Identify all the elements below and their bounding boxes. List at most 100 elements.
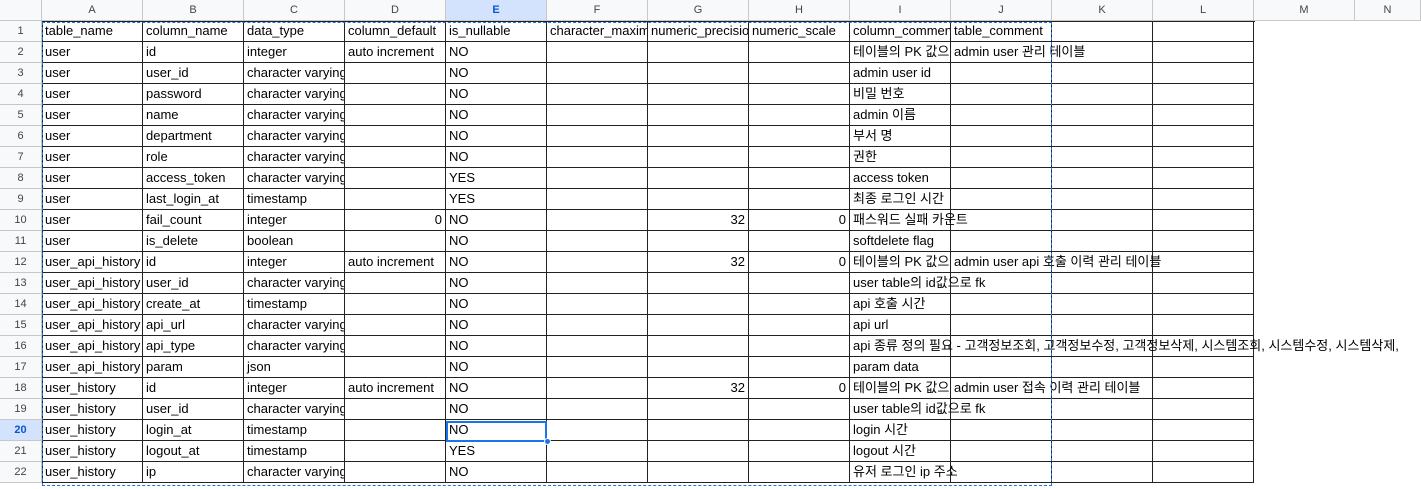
cell-d1[interactable]: column_default <box>345 21 446 42</box>
cell-d3[interactable] <box>345 63 446 84</box>
row-header-22[interactable]: 22 <box>0 462 42 483</box>
cell-c1[interactable]: data_type <box>244 21 345 42</box>
cell-g2[interactable] <box>648 42 749 63</box>
cell-h20[interactable] <box>749 420 850 441</box>
cell-k5[interactable] <box>1052 105 1153 126</box>
cell-b21[interactable]: logout_at <box>143 441 244 462</box>
cell-d13[interactable] <box>345 273 446 294</box>
column-header-c[interactable]: C <box>244 0 345 21</box>
cell-d4[interactable] <box>345 84 446 105</box>
cell-l12[interactable] <box>1153 252 1254 273</box>
cell-h19[interactable] <box>749 399 850 420</box>
cell-f14[interactable] <box>547 294 648 315</box>
cell-a11[interactable]: user <box>42 231 143 252</box>
cell-a12[interactable]: user_api_history <box>42 252 143 273</box>
cell-d17[interactable] <box>345 357 446 378</box>
cell-l19[interactable] <box>1153 399 1254 420</box>
cell-l22[interactable] <box>1153 462 1254 483</box>
cell-i13[interactable]: user table의 id값으로 fk <box>850 273 985 294</box>
cell-g22[interactable] <box>648 462 749 483</box>
cell-g11[interactable] <box>648 231 749 252</box>
cell-j17[interactable] <box>951 357 1052 378</box>
cell-g6[interactable] <box>648 126 749 147</box>
cell-b19[interactable]: user_id <box>143 399 244 420</box>
cell-d9[interactable] <box>345 189 446 210</box>
cell-f20[interactable] <box>547 420 648 441</box>
cell-h6[interactable] <box>749 126 850 147</box>
cell-l6[interactable] <box>1153 126 1254 147</box>
cell-d12[interactable]: auto increment <box>345 252 446 273</box>
cell-b8[interactable]: access_token <box>143 168 244 189</box>
column-header-e[interactable]: E <box>446 0 547 21</box>
cell-f9[interactable] <box>547 189 648 210</box>
cell-k10[interactable] <box>1052 210 1153 231</box>
cell-g20[interactable] <box>648 420 749 441</box>
cell-h2[interactable] <box>749 42 850 63</box>
cell-i5[interactable]: admin 이름 <box>850 105 951 126</box>
cell-k14[interactable] <box>1052 294 1153 315</box>
cell-i18[interactable]: 테이블의 PK 값으 <box>850 378 951 399</box>
row-header-16[interactable]: 16 <box>0 336 42 357</box>
cell-l1[interactable] <box>1153 21 1254 42</box>
cell-j12[interactable]: admin user api 호출 이력 관리 테이블 <box>951 252 1161 273</box>
cell-j20[interactable] <box>951 420 1052 441</box>
cell-c9[interactable]: timestamp <box>244 189 345 210</box>
cell-a10[interactable]: user <box>42 210 143 231</box>
cell-e17[interactable]: NO <box>446 357 547 378</box>
cell-g18[interactable]: 32 <box>648 378 749 399</box>
row-header-20[interactable]: 20 <box>0 420 42 441</box>
cell-e13[interactable]: NO <box>446 273 547 294</box>
cell-k7[interactable] <box>1052 147 1153 168</box>
cell-k9[interactable] <box>1052 189 1153 210</box>
cell-i11[interactable]: softdelete flag <box>850 231 951 252</box>
cell-h21[interactable] <box>749 441 850 462</box>
cell-d20[interactable] <box>345 420 446 441</box>
cell-d7[interactable] <box>345 147 446 168</box>
cell-i4[interactable]: 비밀 번호 <box>850 84 951 105</box>
column-header-h[interactable]: H <box>749 0 850 21</box>
cell-a14[interactable]: user_api_history <box>42 294 143 315</box>
cell-h14[interactable] <box>749 294 850 315</box>
cell-k20[interactable] <box>1052 420 1153 441</box>
cell-k17[interactable] <box>1052 357 1153 378</box>
cell-a4[interactable]: user <box>42 84 143 105</box>
cell-c15[interactable]: character varying <box>244 315 345 336</box>
cell-e2[interactable]: NO <box>446 42 547 63</box>
cell-h1[interactable]: numeric_scale <box>749 21 850 42</box>
cell-a15[interactable]: user_api_history <box>42 315 143 336</box>
cell-f16[interactable] <box>547 336 648 357</box>
cell-f2[interactable] <box>547 42 648 63</box>
cell-b18[interactable]: id <box>143 378 244 399</box>
cell-d6[interactable] <box>345 126 446 147</box>
cell-i2[interactable]: 테이블의 PK 값으 <box>850 42 951 63</box>
cell-i20[interactable]: login 시간 <box>850 420 951 441</box>
cell-g21[interactable] <box>648 441 749 462</box>
cell-c7[interactable]: character varying <box>244 147 345 168</box>
cell-i22[interactable]: 유저 로그인 ip 주소 <box>850 462 958 483</box>
cell-g4[interactable] <box>648 84 749 105</box>
cell-j1[interactable]: table_comment <box>951 21 1052 42</box>
cell-a13[interactable]: user_api_history <box>42 273 143 294</box>
cell-e20[interactable]: NO <box>446 420 547 441</box>
cell-i15[interactable]: api url <box>850 315 951 336</box>
row-header-5[interactable]: 5 <box>0 105 42 126</box>
column-header-a[interactable]: A <box>42 0 143 21</box>
cell-c11[interactable]: boolean <box>244 231 345 252</box>
cell-c14[interactable]: timestamp <box>244 294 345 315</box>
cell-b10[interactable]: fail_count <box>143 210 244 231</box>
cell-i9[interactable]: 최종 로그인 시간 <box>850 189 951 210</box>
cell-k11[interactable] <box>1052 231 1153 252</box>
cell-b13[interactable]: user_id <box>143 273 244 294</box>
cell-b6[interactable]: department <box>143 126 244 147</box>
cell-l15[interactable] <box>1153 315 1254 336</box>
column-header-b[interactable]: B <box>143 0 244 21</box>
cell-j9[interactable] <box>951 189 1052 210</box>
column-header-k[interactable]: K <box>1052 0 1153 21</box>
cell-j6[interactable] <box>951 126 1052 147</box>
cell-l7[interactable] <box>1153 147 1254 168</box>
cell-b12[interactable]: id <box>143 252 244 273</box>
row-header-19[interactable]: 19 <box>0 399 42 420</box>
cell-d14[interactable] <box>345 294 446 315</box>
cell-l17[interactable] <box>1153 357 1254 378</box>
cell-j21[interactable] <box>951 441 1052 462</box>
